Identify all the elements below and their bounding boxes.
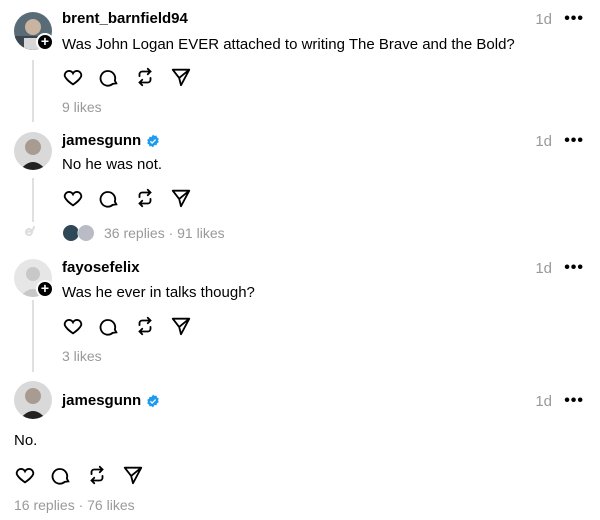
repost-button[interactable] [134, 187, 156, 209]
repost-button[interactable] [86, 464, 108, 486]
comment-icon [99, 319, 118, 336]
post-meta[interactable]: 9 likes [62, 99, 102, 115]
post-meta[interactable]: 36 replies · 91 likes [104, 225, 225, 241]
avatar[interactable] [14, 132, 52, 170]
thread-line [32, 178, 34, 222]
post-actions [62, 187, 192, 209]
heart-icon [15, 468, 35, 484]
more-options-button[interactable]: ••• [564, 259, 584, 277]
username[interactable]: jamesgunn [62, 132, 160, 149]
more-options-button[interactable]: ••• [564, 132, 584, 150]
username[interactable]: jamesgunn [62, 392, 160, 409]
follow-plus-icon[interactable]: + [36, 33, 54, 51]
thread-line [32, 60, 34, 122]
post-time: 1d [535, 260, 552, 277]
reply-button[interactable] [50, 464, 72, 486]
heart-icon [63, 319, 83, 335]
more-options-button[interactable]: ••• [564, 392, 584, 410]
share-icon [123, 466, 143, 485]
post-text: Was John Logan EVER attached to writing … [62, 36, 515, 53]
reply-avatars[interactable] [62, 224, 98, 242]
repost-button[interactable] [134, 315, 156, 337]
reply-button[interactable] [98, 187, 120, 209]
post-meta[interactable]: 3 likes [62, 348, 102, 364]
like-button[interactable] [62, 315, 84, 337]
like-button[interactable] [62, 187, 84, 209]
post-meta[interactable]: 16 replies · 76 likes [14, 497, 135, 513]
repost-icon [138, 316, 152, 336]
like-button[interactable] [62, 66, 84, 88]
reply-button[interactable] [98, 66, 120, 88]
verified-icon [147, 134, 159, 147]
post-actions [62, 315, 192, 337]
post-actions [62, 66, 192, 88]
repost-icon [90, 465, 104, 485]
verified-icon [147, 394, 159, 407]
username[interactable]: brent_barnfield94 [62, 10, 188, 27]
share-button[interactable] [170, 66, 192, 88]
post-text: Was he ever in talks though? [62, 284, 255, 301]
share-button[interactable] [122, 464, 144, 486]
more-options-button[interactable]: ••• [564, 10, 584, 28]
post-time: 1d [535, 393, 552, 410]
post-text: No. [14, 432, 38, 449]
comment-icon [99, 70, 118, 87]
share-button[interactable] [170, 315, 192, 337]
repost-icon [138, 67, 152, 87]
avatar[interactable] [14, 381, 52, 419]
post-time: 1d [535, 11, 552, 28]
heart-icon [63, 191, 83, 207]
share-icon [171, 189, 191, 208]
share-button[interactable] [170, 187, 192, 209]
repost-button[interactable] [134, 66, 156, 88]
post-time: 1d [535, 133, 552, 150]
follow-plus-icon[interactable]: + [36, 280, 54, 298]
post-text: No he was not. [62, 156, 163, 173]
like-button[interactable] [14, 464, 36, 486]
heart-icon [63, 70, 83, 86]
share-icon [171, 317, 191, 336]
comment-icon [99, 191, 118, 208]
username[interactable]: fayosefelix [62, 259, 140, 276]
post-actions [14, 464, 144, 486]
thread-loop-icon [24, 225, 35, 237]
share-icon [171, 68, 191, 87]
reply-button[interactable] [98, 315, 120, 337]
repost-icon [138, 188, 152, 208]
comment-icon [51, 468, 70, 485]
thread-line [32, 300, 34, 372]
